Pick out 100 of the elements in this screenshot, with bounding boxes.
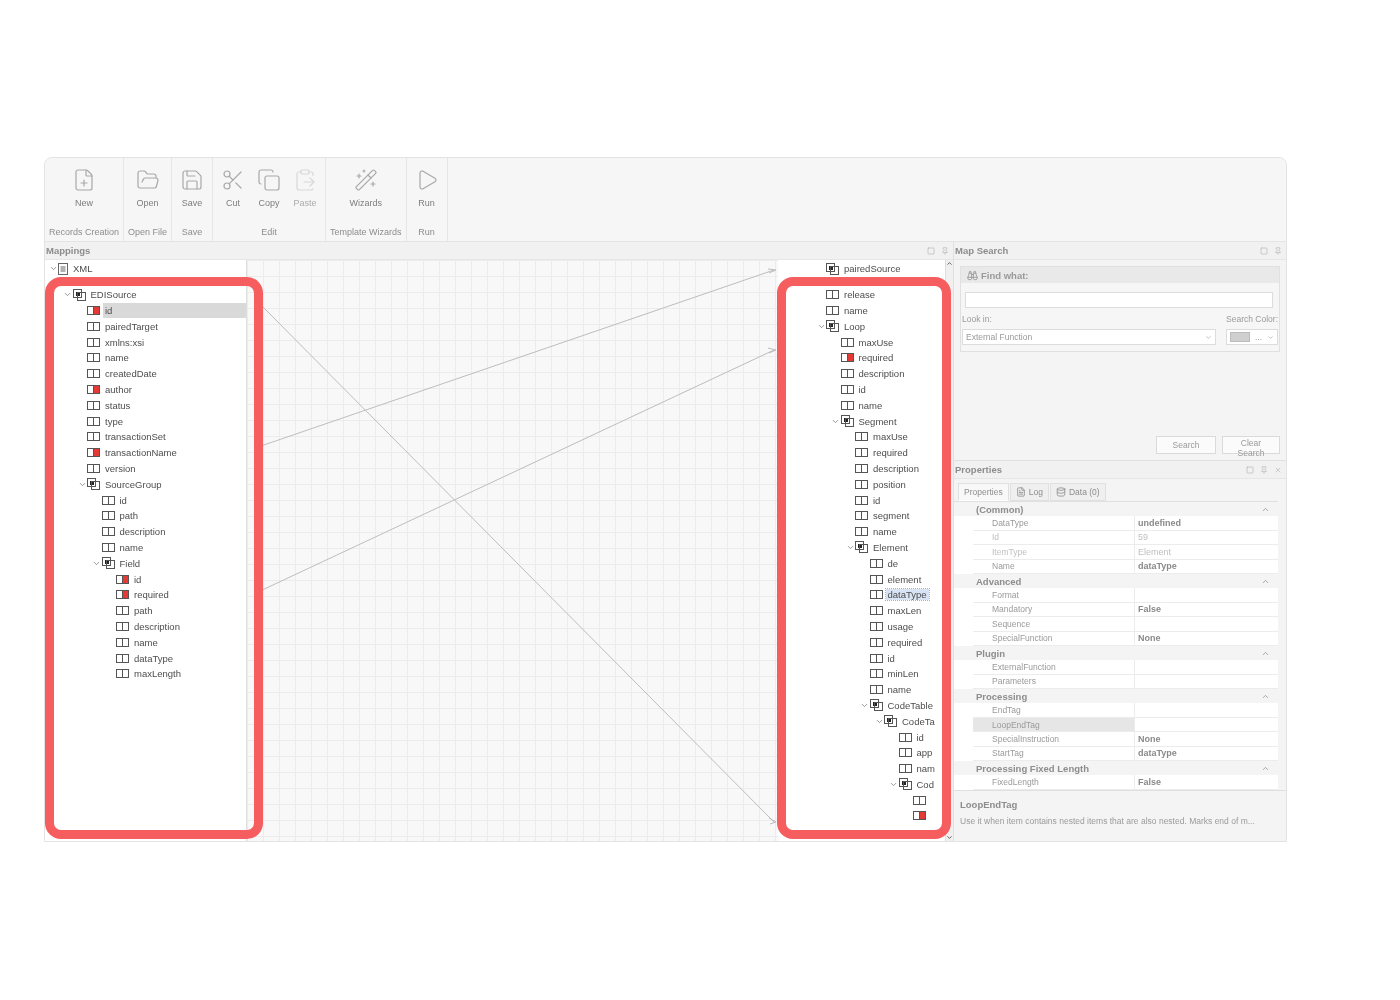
scrollbar[interactable] [946,260,953,841]
property-value[interactable]: None [1135,732,1278,746]
toolbar-button[interactable]: Wizards [345,166,387,227]
category-name: Advanced [976,575,1022,587]
tree-item[interactable]: required [132,589,171,601]
toolbar-button[interactable]: New [68,166,100,227]
tree-item[interactable]: nam [914,763,937,775]
tree-item[interactable]: author [103,383,134,395]
tree-item[interactable]: id [103,302,246,319]
binoculars-icon [967,269,978,281]
group-label: Run [418,227,435,239]
maximize-icon[interactable] [1260,246,1268,255]
category-name: Plugin [976,647,1006,659]
panel-title: Properties [955,464,1003,475]
tree-item[interactable]: description [871,462,921,474]
tree-item[interactable]: minLen [885,668,921,680]
tree-item[interactable]: name [117,541,146,553]
tree-item[interactable]: version [103,462,138,474]
maximize-icon[interactable] [927,246,935,255]
search-field[interactable] [965,292,1273,308]
property-value[interactable]: dataType [1135,559,1278,573]
tree-item[interactable]: EDISource [88,289,139,301]
category-name: Processing [976,690,1028,702]
scroll-down-icon[interactable] [946,834,953,841]
toolbar-button[interactable]: Open [131,166,164,227]
scroll-up-icon[interactable] [946,260,953,267]
tree-item[interactable]: path [132,605,155,617]
tree-item[interactable]: id [885,652,897,664]
tree-item[interactable]: xmlns:xsi [103,336,147,348]
tree-item[interactable]: description [117,526,168,538]
tree-item[interactable]: Loop [842,320,868,332]
tree-item[interactable]: Element [871,541,910,553]
pin-icon[interactable] [1260,465,1268,474]
tree-item[interactable]: required [856,352,896,364]
toolbar-button[interactable]: Save [176,166,209,227]
tree-item[interactable]: name [885,684,914,696]
wand-icon [353,168,378,192]
pin-icon[interactable] [1274,246,1282,255]
tree-item[interactable]: app [914,747,935,759]
tree-item[interactable]: id [132,573,144,585]
maximize-icon[interactable] [1246,465,1254,474]
tree-item[interactable]: transactionSet [103,431,168,443]
property-value[interactable]: undefined [1135,516,1278,530]
tree-item[interactable]: transactionName [103,447,179,459]
tree-item[interactable]: createdDate [103,368,159,380]
tree-item[interactable]: required [885,636,925,648]
tree-item[interactable]: segment [871,510,912,522]
tree-item[interactable]: name [103,352,131,364]
tree-item[interactable]: Segment [856,415,899,427]
tree-item[interactable]: usage [885,620,916,632]
tree-item[interactable]: status [103,399,133,411]
tree-item[interactable]: name [132,636,160,648]
property-value[interactable]: dataType [1135,746,1278,761]
toolbar-button[interactable]: Run [410,166,443,227]
pin-icon[interactable] [941,246,949,255]
tree-item[interactable]: SourceGroup [103,478,164,490]
copy-icon [257,168,282,192]
database-icon [1055,487,1066,497]
tree-item[interactable]: de [885,557,901,569]
tree-item[interactable]: maxUse [856,336,896,348]
tree-item[interactable]: maxUse [871,431,910,443]
tree-item[interactable]: description [856,368,907,380]
tree-item[interactable]: Cod [914,778,936,790]
tree-item[interactable]: path [117,510,140,522]
tree-item[interactable]: id [871,494,883,506]
tree-item[interactable]: id [914,731,926,743]
tree-item[interactable]: id [856,383,868,395]
category-name: Processing Fixed Length [976,762,1089,774]
property-value[interactable]: False [1135,602,1278,617]
category-name: (Common) [976,503,1024,515]
tree-item[interactable]: type [103,415,125,427]
tree-item[interactable]: CodeTa [900,715,937,727]
folder-icon [135,168,160,192]
tree-item[interactable]: name [856,399,885,411]
tree-item[interactable]: name [871,526,899,538]
tree-item[interactable]: XML [71,263,95,275]
tree-item[interactable]: required [871,447,910,459]
tree-item[interactable]: id [117,494,129,506]
tree-item[interactable]: CodeTable [885,699,935,711]
tree-item[interactable]: maxLength [132,668,183,680]
tree-item[interactable]: dataType [885,589,929,601]
toolbar-button[interactable]: Cut [217,166,250,227]
tree-item[interactable]: maxLen [885,605,924,617]
description-text: Use it when item contains nested items that are also nested. Marks end of m... [960,815,1256,826]
group-label: Records Creation [49,227,120,239]
tree-item[interactable]: description [132,620,182,632]
tree-item[interactable]: pairedTarget [103,320,160,332]
tree-item[interactable]: position [871,478,908,490]
tree-item[interactable]: pairedSource [842,263,903,275]
close-icon[interactable] [1274,465,1282,474]
tree-item[interactable]: element [885,573,924,585]
tree-item[interactable]: name [842,305,870,316]
color-swatch [1230,332,1250,342]
tree-item[interactable]: dataType [132,652,176,664]
tree-item[interactable]: release [842,289,878,301]
toolbar-button[interactable]: Copy [253,166,286,227]
property-value[interactable]: False [1135,775,1278,789]
property-value[interactable]: None [1135,631,1278,645]
field-label: Find what: [981,269,1029,281]
tree-item[interactable]: Field [117,557,143,569]
